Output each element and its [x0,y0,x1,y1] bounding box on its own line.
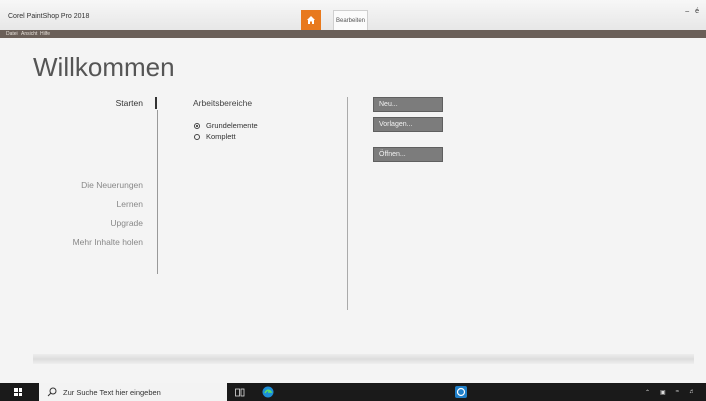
nav-item-starten[interactable]: Starten [116,98,143,108]
nav-item-mehr-inhalte[interactable]: Mehr Inhalte holen [73,237,143,247]
nav-divider [157,110,158,274]
windows-logo-icon[interactable] [14,388,22,396]
nav-item-neuerungen[interactable]: Die Neuerungen [81,180,143,190]
radio-label: Grundelemente [206,121,258,130]
taskbar: Zur Suche Text hier eingeben ⌃ ▣ ≈ ♬ [0,383,706,401]
nav-item-upgrade[interactable]: Upgrade [110,218,143,228]
welcome-panel: Willkommen Starten Die Neuerungen Lernen… [0,38,706,383]
taskbar-search-box[interactable]: Zur Suche Text hier eingeben [39,383,227,401]
window-controls[interactable]: – é [685,8,701,15]
edge-icon[interactable] [262,386,274,398]
radio-label: Komplett [206,132,236,141]
workspaces-heading: Arbeitsbereiche [193,98,253,108]
paintshop-icon[interactable] [455,386,467,398]
menu-hilfe[interactable]: Hilfe [40,30,50,38]
tab-bearbeiten[interactable]: Bearbeiten [333,10,368,31]
actions-divider [347,97,348,310]
title-bar: Corel PaintShop Pro 2018 Bearbeiten – é [0,0,706,31]
menu-bar: Datei Ansicht Hilfe [0,30,706,38]
radio-unselected-icon[interactable] [194,133,200,140]
app-title: Corel PaintShop Pro 2018 [8,13,90,20]
wifi-icon[interactable]: ≈ [676,389,679,395]
task-view-icon[interactable] [234,386,246,398]
templates-button[interactable]: Vorlagen... [373,117,443,132]
system-tray: ⌃ ▣ ≈ ♬ [640,383,700,401]
footer-divider [33,354,694,364]
search-placeholder: Zur Suche Text hier eingeben [63,387,161,397]
radio-selected-icon[interactable] [194,122,200,129]
volume-icon[interactable]: ♬ [689,389,695,395]
menu-datei[interactable]: Datei [6,30,18,38]
chevron-up-icon[interactable]: ⌃ [645,389,650,396]
nav-item-lernen[interactable]: Lernen [117,199,143,209]
radio-komplett[interactable]: Komplett [194,132,236,141]
home-tab-button[interactable] [301,10,321,30]
home-icon [307,16,315,24]
open-button[interactable]: Öffnen... [373,147,443,162]
new-button[interactable]: Neu... [373,97,443,112]
network-icon[interactable]: ▣ [660,389,666,396]
nav-active-marker [155,97,157,109]
search-icon [47,387,57,397]
menu-ansicht[interactable]: Ansicht [21,30,37,38]
radio-grundelemente[interactable]: Grundelemente [194,121,258,130]
page-title: Willkommen [33,52,175,82]
